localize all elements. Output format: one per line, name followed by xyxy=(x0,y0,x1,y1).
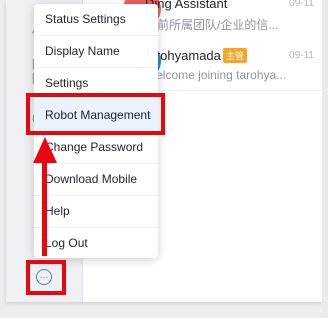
window-edge xyxy=(322,0,328,318)
highlight-box-robot-management xyxy=(26,93,165,135)
more-button[interactable]: ··· xyxy=(32,266,56,288)
menu-item-display-name[interactable]: Display Name xyxy=(34,36,158,68)
annotation-arrow-head xyxy=(33,137,57,163)
menu-item-help[interactable]: Help xyxy=(34,196,158,228)
menu-item-log-out[interactable]: Log Out xyxy=(34,228,158,260)
chat-preview: Welcome joining tarohya... xyxy=(145,68,287,82)
menu-item-status-settings[interactable]: Status Settings xyxy=(34,4,158,36)
annotation-arrow-shaft xyxy=(42,160,47,256)
chat-time: 09-11 xyxy=(289,50,314,61)
role-badge: 主管 xyxy=(222,48,247,63)
chat-preview: 当前所属团队/企业的信... xyxy=(145,18,279,32)
menu-item-download-mobile[interactable]: Download Mobile xyxy=(34,164,158,196)
chat-time: 09-11 xyxy=(289,0,314,9)
chat-name: tarohyamada 主管 xyxy=(145,48,247,63)
ellipsis-circle-icon: ··· xyxy=(36,269,52,285)
